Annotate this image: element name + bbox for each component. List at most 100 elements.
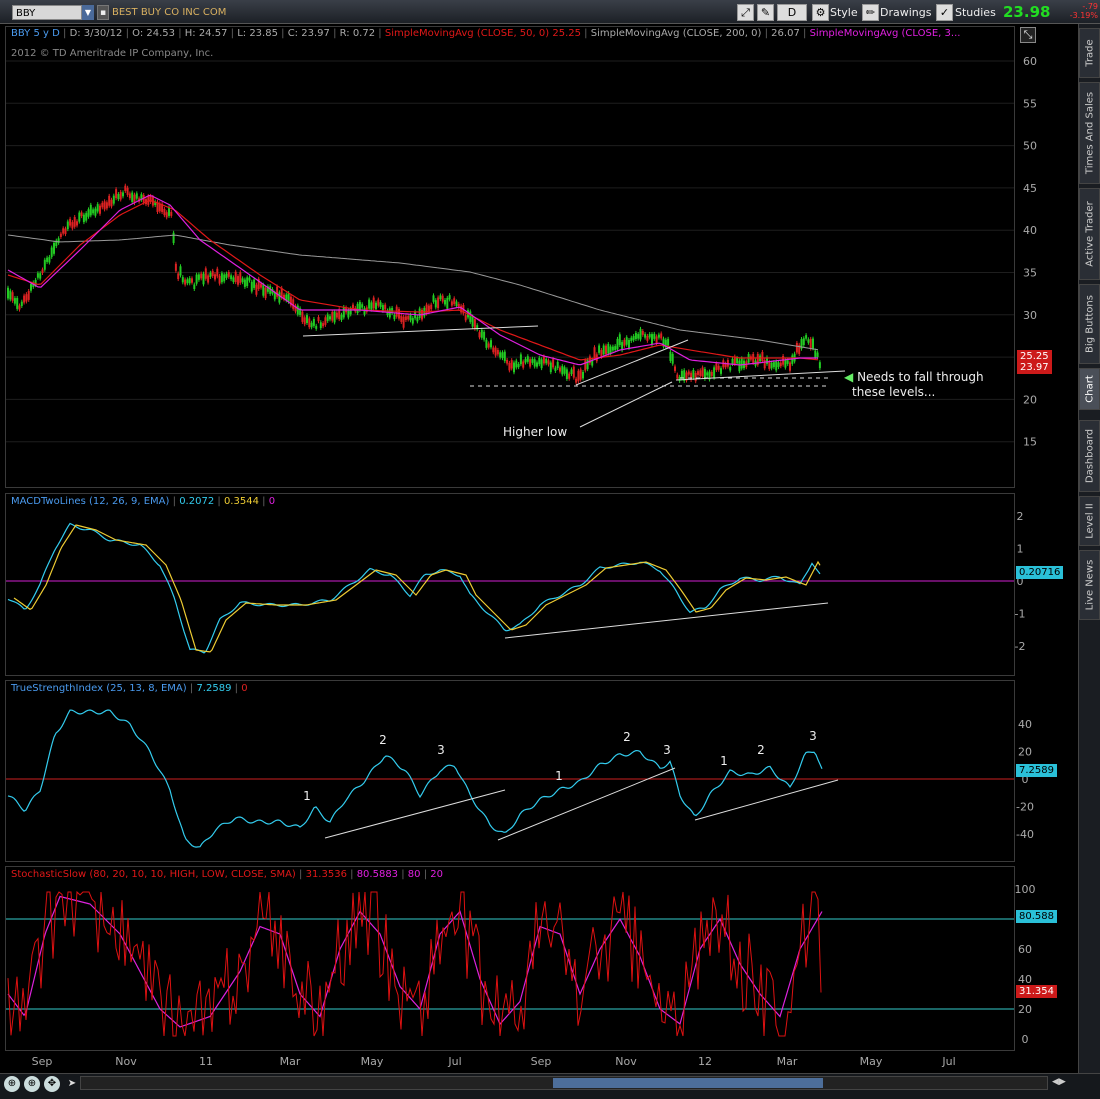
price-candle-body: [16, 297, 19, 309]
price-candle-body: [124, 185, 127, 191]
price-candle-body: [563, 367, 566, 374]
tab-dashboard[interactable]: Dashboard: [1079, 420, 1100, 492]
price-candle-body: [526, 356, 529, 362]
tab-trade[interactable]: Trade: [1079, 28, 1100, 78]
price-candle-body: [434, 300, 437, 308]
price-candle-body: [331, 311, 334, 321]
tab-level-ii[interactable]: Level II: [1079, 496, 1100, 546]
price-candle-body: [368, 299, 371, 309]
price-candle-body: [501, 352, 504, 359]
price-candle-body: [23, 295, 26, 303]
price-candle-body: [513, 362, 515, 373]
price-candle-body: [207, 275, 210, 283]
higher-low-pointer: [579, 381, 673, 428]
tab-times-and-sales[interactable]: Times And Sales: [1079, 82, 1100, 184]
price-candle-body: [485, 339, 488, 348]
price-candle-body: [85, 213, 88, 221]
tab-active-trader[interactable]: Active Trader: [1079, 188, 1100, 280]
price-candle-body: [687, 371, 690, 375]
price-candle-body: [237, 276, 239, 285]
price-candle-body: [586, 359, 589, 370]
price-candle-body: [117, 194, 120, 200]
price-candle-body: [329, 316, 331, 320]
price-candle-body: [177, 273, 180, 280]
macd-axis-tick: 2: [1017, 510, 1024, 523]
price-candle-body: [644, 334, 647, 338]
price-candle-body: [184, 279, 187, 285]
price-candle-body: [27, 291, 30, 300]
price-candle-body: [598, 345, 601, 353]
price-candle-body: [791, 355, 794, 364]
price-candle-body: [94, 208, 97, 216]
tag-stoch-d: 80.588: [1016, 910, 1057, 923]
price-candle-body: [671, 353, 674, 364]
horizontal-scrollbar[interactable]: [80, 1076, 1048, 1090]
price-candle-body: [384, 304, 387, 310]
tsi-count-label: 2: [379, 733, 387, 747]
price-candle-body: [584, 360, 587, 371]
price-candle-body: [246, 277, 249, 287]
x-axis-tick: May: [361, 1055, 384, 1068]
bottom-bar: ⊕ ⊕ ✥ ➤ ◀▶: [0, 1073, 1100, 1099]
price-candle-body: [18, 305, 21, 310]
price-candle-body: [13, 298, 16, 304]
macd-axis-tick: -1: [1015, 608, 1026, 621]
tab-live-news[interactable]: Live News: [1079, 550, 1100, 620]
scrollbar-thumb[interactable]: [553, 1078, 823, 1088]
price-candle-body: [110, 199, 113, 207]
sma50-line: [7, 199, 819, 361]
price-candle-body: [108, 195, 111, 206]
price-candle-body: [577, 370, 580, 382]
price-candle-body: [377, 299, 380, 306]
price-candle-body: [264, 287, 267, 299]
price-candle-body: [646, 335, 649, 341]
price-candle-body: [667, 338, 670, 346]
price-candle-body: [789, 362, 791, 371]
price-candle-body: [692, 370, 695, 378]
price-candle-body: [676, 374, 679, 379]
zoom-out-icon[interactable]: ⊕: [4, 1076, 20, 1092]
price-candle-body: [674, 366, 676, 371]
tab-level-ii-label: Level II: [1084, 503, 1095, 539]
stoch-axis-tick: 20: [1018, 1003, 1032, 1016]
price-candle-body: [818, 362, 821, 369]
tsi-count-label: 1: [720, 754, 728, 768]
price-candle-body: [262, 284, 265, 296]
price-candle-body: [312, 318, 315, 326]
tab-chart[interactable]: Chart: [1079, 368, 1100, 410]
price-candle-body: [227, 271, 230, 277]
tsi-trendline-1: [324, 789, 506, 839]
x-axis-tick: 11: [199, 1055, 213, 1068]
cursor-icon[interactable]: ➤: [64, 1076, 80, 1092]
stoch-axis-tick: 100: [1015, 883, 1036, 896]
pan-icon[interactable]: ✥: [44, 1076, 60, 1092]
price-candle-body: [48, 256, 51, 263]
price-candle-body: [710, 371, 713, 376]
price-candle-body: [317, 317, 320, 322]
price-candle-body: [441, 295, 444, 302]
x-axis-tick: Sep: [531, 1055, 552, 1068]
price-candle-body: [333, 311, 336, 323]
price-candle-body: [230, 275, 233, 280]
tab-big-buttons[interactable]: Big Buttons: [1079, 284, 1100, 364]
price-candle-body: [204, 268, 207, 279]
annotation-levels: these levels...: [852, 385, 936, 399]
price-candle-body: [809, 338, 812, 349]
price-candle-body: [480, 329, 483, 338]
price-candle-body: [211, 270, 214, 277]
price-axis-tick: 55: [1023, 97, 1037, 110]
price-candle-body: [768, 361, 771, 369]
zoom-in-icon[interactable]: ⊕: [24, 1076, 40, 1092]
price-candle-body: [7, 287, 9, 299]
price-candle-body: [301, 311, 304, 322]
price-candle-body: [657, 334, 660, 338]
price-candle-body: [494, 347, 497, 356]
price-candle-body: [119, 191, 122, 200]
price-candle-body: [342, 306, 345, 318]
price-candle-body: [338, 309, 341, 320]
price-candle-body: [784, 359, 787, 368]
tsi-count-label: 1: [555, 769, 563, 783]
scroll-arrows-icon[interactable]: ◀▶: [1052, 1077, 1066, 1087]
price-candle-body: [209, 272, 212, 278]
price-candle-body: [131, 192, 134, 202]
